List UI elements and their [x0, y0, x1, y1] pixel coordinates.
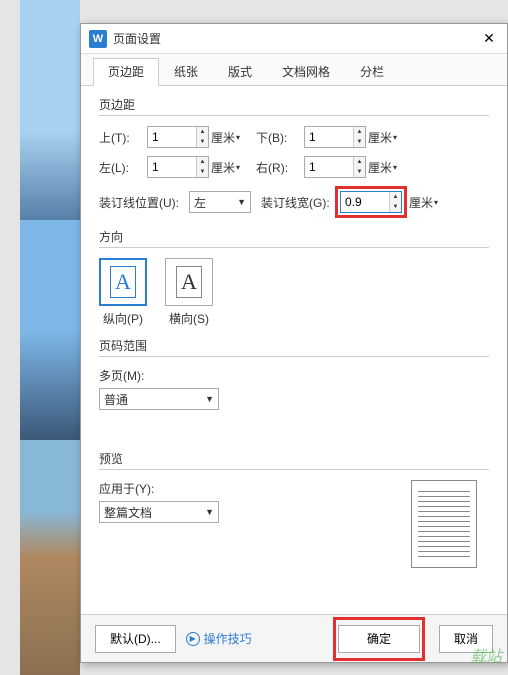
preview-thumbnail	[411, 480, 477, 568]
play-icon: ▶	[186, 632, 200, 646]
gutter-width-input[interactable]	[341, 192, 389, 212]
multi-label: 多页(M):	[99, 367, 489, 384]
spin-up-icon[interactable]: ▲	[354, 127, 365, 137]
right-input[interactable]	[305, 157, 353, 177]
tab-margins[interactable]: 页边距	[93, 58, 159, 86]
left-label: 左(L):	[99, 159, 147, 176]
orientation-portrait[interactable]: A 纵向(P)	[99, 258, 147, 327]
tab-columns[interactable]: 分栏	[345, 58, 399, 85]
right-label: 右(R):	[256, 159, 304, 176]
dialog-footer: 默认(D)... ▶ 操作技巧 确定 取消	[81, 614, 507, 662]
left-unit[interactable]: 厘米▾	[211, 159, 240, 176]
left-input[interactable]	[148, 157, 196, 177]
multi-combo[interactable]: 普通▼	[99, 388, 219, 410]
right-unit[interactable]: 厘米▾	[368, 159, 397, 176]
spin-up-icon[interactable]: ▲	[354, 157, 365, 167]
default-button[interactable]: 默认(D)...	[95, 625, 176, 653]
left-spinner[interactable]: ▲▼	[147, 156, 209, 178]
ok-button[interactable]: 确定	[338, 625, 420, 653]
gutter-width-label: 装订线宽(G):	[261, 194, 335, 211]
portrait-icon: A	[110, 266, 136, 298]
orientation-fieldset: 方向 A 纵向(P) A 横向(S)	[99, 228, 489, 327]
spin-up-icon[interactable]: ▲	[390, 192, 401, 202]
chevron-down-icon: ▼	[205, 507, 214, 517]
gutter-pos-label: 装订线位置(U):	[99, 194, 189, 211]
app-icon: W	[89, 30, 107, 48]
top-unit[interactable]: 厘米▾	[211, 129, 240, 146]
tips-link[interactable]: ▶ 操作技巧	[186, 630, 252, 647]
bottom-unit[interactable]: 厘米▾	[368, 129, 397, 146]
spin-down-icon[interactable]: ▼	[354, 137, 365, 147]
spin-down-icon[interactable]: ▼	[197, 167, 208, 177]
landscape-icon: A	[176, 266, 202, 298]
bottom-spinner[interactable]: ▲▼	[304, 126, 366, 148]
tab-paper[interactable]: 纸张	[159, 58, 213, 85]
chevron-down-icon: ▼	[237, 197, 246, 207]
top-input[interactable]	[148, 127, 196, 147]
background-images	[20, 0, 80, 675]
spin-down-icon[interactable]: ▼	[390, 202, 401, 212]
highlight-ok: 确定	[333, 617, 425, 661]
margins-fieldset: 页边距 上(T): ▲▼ 厘米▾ 下(B): ▲▼	[99, 96, 489, 218]
top-spinner[interactable]: ▲▼	[147, 126, 209, 148]
titlebar: W 页面设置 ✕	[81, 24, 507, 54]
bottom-label: 下(B):	[256, 129, 304, 146]
chevron-down-icon: ▼	[205, 394, 214, 404]
gutter-pos-combo[interactable]: 左▼	[189, 191, 251, 213]
spin-down-icon[interactable]: ▼	[197, 137, 208, 147]
apply-combo[interactable]: 整篇文档▼	[99, 501, 219, 523]
spin-up-icon[interactable]: ▲	[197, 127, 208, 137]
spin-up-icon[interactable]: ▲	[197, 157, 208, 167]
page-setup-dialog: W 页面设置 ✕ 页边距 纸张 版式 文档网格 分栏 页边距 上(T): ▲▼ …	[80, 23, 508, 663]
tab-bar: 页边距 纸张 版式 文档网格 分栏	[81, 54, 507, 86]
highlight-gutter-width: ▲▼	[335, 186, 407, 218]
spin-down-icon[interactable]: ▼	[354, 167, 365, 177]
dialog-title: 页面设置	[113, 30, 479, 47]
preview-legend: 预览	[99, 450, 489, 470]
margins-legend: 页边距	[99, 96, 489, 116]
bottom-input[interactable]	[305, 127, 353, 147]
tab-layout[interactable]: 版式	[213, 58, 267, 85]
range-fieldset: 页码范围 多页(M): 普通▼	[99, 337, 489, 410]
orientation-landscape[interactable]: A 横向(S)	[165, 258, 213, 327]
orientation-legend: 方向	[99, 228, 489, 248]
range-legend: 页码范围	[99, 337, 489, 357]
tab-grid[interactable]: 文档网格	[267, 58, 345, 85]
cancel-button[interactable]: 取消	[439, 625, 493, 653]
gutter-width-spinner[interactable]: ▲▼	[340, 191, 402, 213]
dialog-content: 页边距 上(T): ▲▼ 厘米▾ 下(B): ▲▼	[81, 86, 507, 543]
close-button[interactable]: ✕	[479, 29, 499, 49]
top-label: 上(T):	[99, 129, 147, 146]
gutter-width-unit[interactable]: 厘米▾	[409, 194, 438, 211]
right-spinner[interactable]: ▲▼	[304, 156, 366, 178]
